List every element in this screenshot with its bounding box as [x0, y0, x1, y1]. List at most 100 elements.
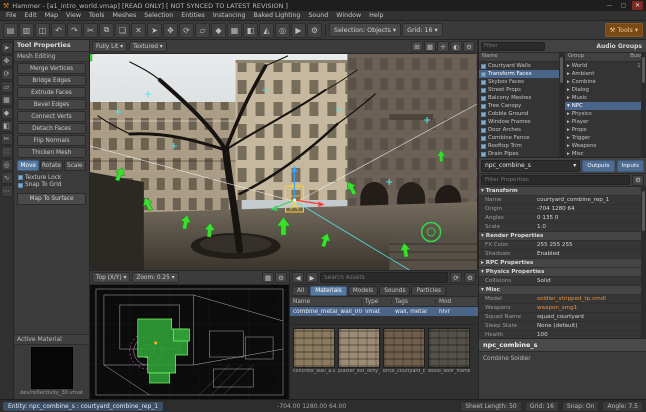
viewport-shading-dropdown[interactable]: Textured ▾ [129, 41, 167, 52]
visibility-checkbox[interactable] [481, 88, 486, 93]
outliner-row[interactable]: Cobble Ground [479, 110, 564, 118]
rail-block-icon[interactable]: ▦ [1, 94, 13, 106]
vp-snap-icon[interactable]: ✛ [437, 41, 449, 52]
audio-group-row[interactable]: ▸ Music 0 [565, 94, 646, 102]
menu-item[interactable]: Baked Lighting [250, 12, 305, 19]
checkbox[interactable] [18, 183, 23, 188]
audio-group-row[interactable]: ▸ Misc 0 [565, 150, 646, 157]
status-cell[interactable]: Grid: 16 [525, 401, 559, 412]
close-button[interactable]: ✕ [632, 1, 643, 10]
property-row[interactable]: Squad Name squad_courtyard [479, 313, 646, 322]
entity-class-combo[interactable]: npc_combine_s ▾ [481, 160, 580, 172]
property-value[interactable]: Enabled [537, 251, 646, 257]
audio-group-row[interactable]: ▸ Ambient 0 [565, 70, 646, 78]
asset-filter-tab[interactable]: Sounds [379, 286, 410, 296]
property-row[interactable]: Health 100 [479, 331, 646, 338]
minimize-button[interactable]: — [604, 1, 615, 10]
visibility-checkbox[interactable] [481, 72, 486, 77]
audio-group-row[interactable]: ▸ Dialog 0 [565, 86, 646, 94]
asset-thumbnail[interactable]: brick_courtyard_b.vmat [383, 328, 425, 396]
property-value[interactable]: weapon_smg1 [537, 305, 646, 311]
asset-filter-tab[interactable]: Models [348, 286, 378, 296]
asset-forward-icon[interactable]: ▶ [306, 272, 318, 283]
rail-more-icon[interactable]: ⋯ [1, 185, 13, 197]
transform-mode-button[interactable]: Scale [64, 160, 86, 171]
rail-entity-icon[interactable]: ◆ [1, 107, 13, 119]
clip-tool-icon[interactable]: ◭ [259, 23, 274, 38]
menu-item[interactable]: Tools [85, 12, 109, 19]
fold-icon[interactable]: ▸ [567, 119, 570, 125]
rail-path-icon[interactable]: ∿ [1, 172, 13, 184]
asset-thumbnail[interactable]: wood_door_frame_a.vmat [428, 328, 470, 396]
map-to-surface-button[interactable]: Map To Surface [17, 193, 86, 205]
tool-option-row[interactable]: Snap To Grid [18, 182, 85, 188]
save-icon[interactable]: ◫ [35, 23, 50, 38]
outliner-row[interactable]: Balcony Meshes [479, 94, 564, 102]
outliner-row[interactable]: Rooftop Trim [479, 142, 564, 150]
fold-icon[interactable]: ▸ [567, 95, 570, 101]
audio-group-row[interactable]: ▸ Weapons 0 [565, 142, 646, 150]
asset-list-row[interactable]: combine_metal_wall_001 vmat wall, metal … [290, 307, 478, 316]
property-row[interactable]: ▾ Transform [479, 187, 646, 196]
properties-filter-input[interactable] [481, 175, 630, 185]
fold-icon[interactable]: ▸ [567, 135, 570, 141]
fold-icon[interactable]: ▸ [567, 127, 570, 133]
asset-search-input[interactable] [320, 272, 448, 283]
asset-settings-icon[interactable]: ⚙ [464, 272, 476, 283]
property-row[interactable]: Sleep State None (default) [479, 322, 646, 331]
visibility-checkbox[interactable] [481, 104, 486, 109]
visibility-checkbox[interactable] [481, 80, 486, 85]
vp-settings-icon[interactable]: ⚙ [463, 41, 475, 52]
outliner-row[interactable]: Transform Faces [479, 70, 564, 78]
tool-property-button[interactable]: Detach Faces [17, 123, 86, 134]
fold-icon[interactable]: ▸ [567, 143, 570, 149]
property-value[interactable]: squad_courtyard [537, 314, 646, 320]
asset-thumbnail[interactable]: plaster_ext_dirty_c.vmat [338, 328, 380, 396]
vp-grid-icon[interactable]: ▦ [424, 41, 436, 52]
rotate-tool-icon[interactable]: ⟳ [179, 23, 194, 38]
groups-scrollbar[interactable] [641, 53, 646, 157]
selection-mode-dropdown[interactable]: Selection: Objects ▾ [329, 23, 401, 37]
open-file-icon[interactable]: ▥ [19, 23, 34, 38]
property-row[interactable]: Shadows Enabled [479, 250, 646, 259]
tool-property-button[interactable]: Extrude Faces [17, 87, 86, 98]
property-row[interactable]: Collisions Solid [479, 277, 646, 286]
vp2d-grid-icon[interactable]: ▦ [262, 272, 274, 283]
transform-mode-button[interactable]: Rotate [40, 160, 62, 171]
property-value[interactable]: courtyard_combine_rep_1 [537, 197, 646, 203]
visibility-checkbox[interactable] [481, 136, 486, 141]
property-row[interactable]: ▾ Physics Properties [479, 268, 646, 277]
property-row[interactable]: ▸ RPC Properties [479, 259, 646, 268]
menu-item[interactable]: Edit [21, 12, 41, 19]
scale-tool-icon[interactable]: ▱ [195, 23, 210, 38]
settings-icon[interactable]: ⚙ [307, 23, 322, 38]
rail-rotate-icon[interactable]: ⟳ [1, 68, 13, 80]
rail-paint-icon[interactable]: ◧ [1, 120, 13, 132]
visibility-checkbox[interactable] [481, 152, 486, 157]
delete-icon[interactable]: ✕ [131, 23, 146, 38]
property-row[interactable]: Weapons weapon_smg1 [479, 304, 646, 313]
audio-group-row[interactable]: ▸ Props 0 [565, 126, 646, 134]
property-value[interactable]: soldier_stripped_tp.vmdl [537, 296, 646, 302]
visibility-checkbox[interactable] [481, 128, 486, 133]
outliner-row[interactable]: Combine Fence [479, 134, 564, 142]
vp-fullscreen-icon[interactable]: ⊞ [411, 41, 423, 52]
audio-group-row[interactable]: ▸ World 14 [565, 62, 646, 70]
asset-thumbnail[interactable]: concrete_wall_a.vmat [293, 328, 335, 396]
audio-group-row[interactable]: ▸ Player 0 [565, 118, 646, 126]
outliner-row[interactable]: Window Frames [479, 118, 564, 126]
tool-property-button[interactable]: Thicken Mesh [17, 147, 86, 158]
rail-camera-icon[interactable]: ◎ [1, 159, 13, 171]
rail-vertex-icon[interactable]: ∷ [1, 146, 13, 158]
property-row[interactable]: ▾ Misc [479, 286, 646, 295]
menu-item[interactable]: View [62, 12, 85, 19]
io-button[interactable]: Outputs [582, 160, 614, 172]
asset-filter-tab[interactable]: Materials [310, 286, 347, 296]
visibility-checkbox[interactable] [481, 64, 486, 69]
properties-settings-icon[interactable]: ⚙ [632, 175, 644, 186]
asset-filter-tab[interactable]: All [292, 286, 309, 296]
menu-item[interactable]: Instancing [209, 12, 250, 19]
outliner-row[interactable]: Door Arches [479, 126, 564, 134]
cut-icon[interactable]: ✂ [83, 23, 98, 38]
active-material-swatch[interactable] [31, 347, 73, 389]
